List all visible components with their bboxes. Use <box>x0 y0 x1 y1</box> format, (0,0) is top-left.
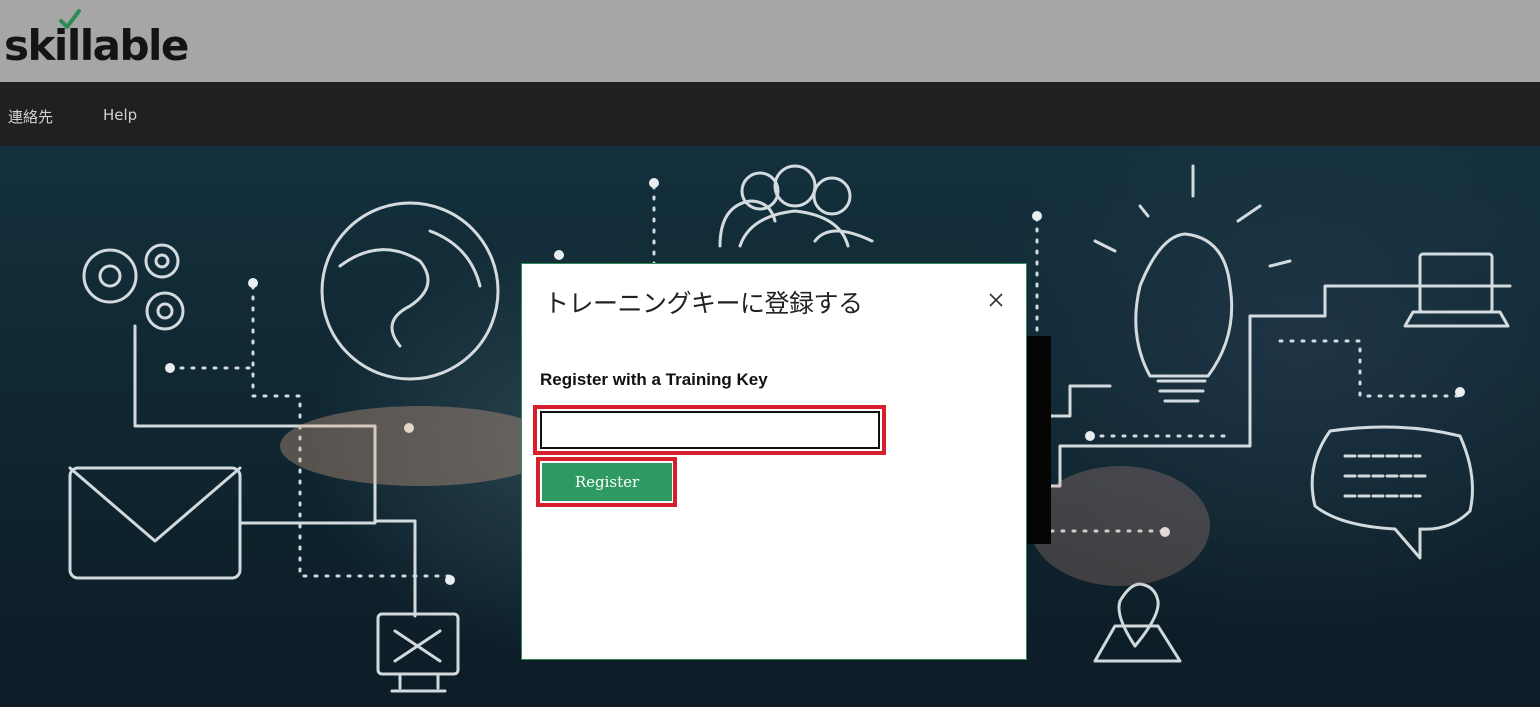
training-key-dialog: トレーニングキーに登録する Register with a Training K… <box>521 263 1027 660</box>
main-nav: 連絡先 Help <box>0 82 1540 146</box>
nav-item-help[interactable]: Help <box>103 106 137 124</box>
nav-item-contact[interactable]: 連絡先 <box>8 106 53 127</box>
logo-text: skillable <box>4 21 189 70</box>
training-key-label: Register with a Training Key <box>540 370 768 389</box>
header-bar: skillable <box>0 0 1540 82</box>
dialog-title: トレーニングキーに登録する <box>544 289 863 318</box>
close-icon[interactable] <box>988 292 1004 308</box>
register-button[interactable]: Register <box>542 463 672 501</box>
training-key-input[interactable] <box>540 411 880 449</box>
